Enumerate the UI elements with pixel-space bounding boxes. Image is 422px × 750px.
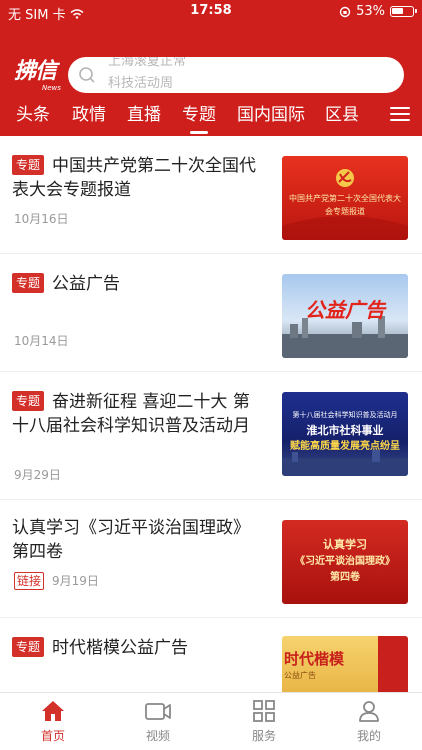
news-item[interactable]: 专题 奋进新征程 喜迎二十大 第十八届社会科学知识普及活动月 9月29日 第十八届… xyxy=(0,372,422,500)
news-date: 9月29日 xyxy=(14,468,61,482)
news-item[interactable]: 认真学习《习近平谈治国理政》第四卷 链接 9月19日 认真学习 《习近平谈治国理政… xyxy=(0,500,422,618)
grid-icon xyxy=(253,700,275,722)
tab-profile-label: 我的 xyxy=(356,729,381,743)
news-title-text: 时代楷模公益广告 xyxy=(52,638,189,658)
news-thumbnail: 认真学习 《习近平谈治国理政》 第四卷 xyxy=(282,520,408,604)
battery-percent: 53% xyxy=(356,4,385,19)
battery-icon xyxy=(390,6,417,17)
tab-video-label: 视频 xyxy=(145,729,170,743)
news-thumbnail: 公益广告 xyxy=(282,274,408,358)
status-bar: 无 SIM 卡 17:58 53% xyxy=(0,0,422,24)
topic-badge: 专题 xyxy=(12,637,45,657)
search-hint: 科技活动周 xyxy=(108,76,174,91)
thumbnail-caption-sub: 第四卷 xyxy=(330,572,360,583)
thumbnail-caption-top: 认真学习 xyxy=(323,538,367,551)
video-icon xyxy=(145,703,171,720)
bottom-tab-bar: 首页 视频 服务 我的 xyxy=(0,692,422,750)
thumbnail-caption-sub: 公益广告 xyxy=(284,671,316,680)
news-date: 10月16日 xyxy=(14,212,69,226)
tab-services[interactable]: 服务 xyxy=(234,699,294,744)
thumbnail-caption-main: 《习近平谈治国理政》 xyxy=(295,556,395,567)
home-icon xyxy=(42,701,64,721)
tab-live[interactable]: 直播 xyxy=(127,102,161,128)
news-title: 认真学习《习近平谈治国理政》第四卷 xyxy=(12,516,266,564)
tab-home[interactable]: 首页 xyxy=(23,699,83,744)
tab-politics[interactable]: 政情 xyxy=(72,102,106,128)
news-title-text: 公益广告 xyxy=(52,274,121,294)
channel-menu-icon[interactable] xyxy=(390,106,410,122)
tab-districts[interactable]: 区县 xyxy=(325,102,359,128)
thumbnail-caption-main: 时代楷模 xyxy=(284,650,345,668)
app-logo: 拂信 News xyxy=(14,58,62,96)
topic-badge: 专题 xyxy=(12,155,45,175)
news-list: 专题 中国共产党第二十次全国代表大会专题报道 10月16日 中国共产党第二十次全国… xyxy=(0,136,422,692)
thumbnail-caption: 中国共产党第二十次全国代表大会专题报道 xyxy=(289,194,401,216)
news-title: 专题 奋进新征程 喜迎二十大 第十八届社会科学知识普及活动月 xyxy=(12,390,266,438)
search-icon xyxy=(79,67,95,83)
user-icon xyxy=(359,701,379,722)
logo-text: 拂信 xyxy=(14,58,57,84)
topic-badge: 专题 xyxy=(12,391,45,411)
search-bar[interactable]: 上海滚夏正常 科技活动周 xyxy=(68,57,404,93)
tab-video[interactable]: 视频 xyxy=(128,699,188,744)
news-date: 10月14日 xyxy=(14,334,69,348)
news-meta: 链接 9月19日 xyxy=(14,572,99,590)
news-title-text: 认真学习《习近平谈治国理政》第四卷 xyxy=(12,518,250,562)
tab-topics[interactable]: 专题 xyxy=(182,102,216,134)
link-tag: 链接 xyxy=(14,572,45,590)
tab-headlines[interactable]: 头条 xyxy=(16,102,50,128)
skyline-graphic xyxy=(282,450,408,476)
search-hint-ticker: 上海滚夏正常 科技活动周 xyxy=(108,57,186,93)
search-hint: 上海滚夏正常 xyxy=(108,57,187,69)
logo-subtext: News xyxy=(42,84,61,92)
news-title: 专题 中国共产党第二十次全国代表大会专题报道 xyxy=(12,154,266,202)
news-thumbnail: 第十八届社会科学知识普及活动月 淮北市社科事业 赋能高质量发展亮点纷呈 xyxy=(282,392,408,476)
orientation-lock-icon xyxy=(339,6,351,17)
topic-badge: 专题 xyxy=(12,273,45,293)
channel-nav: 头条 政情 直播 专题 国内国际 区县 xyxy=(0,98,422,136)
news-item[interactable]: 专题 中国共产党第二十次全国代表大会专题报道 10月16日 中国共产党第二十次全国… xyxy=(0,136,422,254)
news-title: 专题 公益广告 xyxy=(12,272,266,296)
thumbnail-caption: 公益广告 xyxy=(305,298,385,322)
news-date: 9月19日 xyxy=(52,574,99,588)
app-header: 无 SIM 卡 17:58 53% 拂信 News 上海滚夏正常 科技活动周 头… xyxy=(0,0,422,136)
tab-domestic-international[interactable]: 国内国际 xyxy=(237,102,305,128)
news-thumbnail: 时代楷模 公益广告 xyxy=(282,636,408,692)
news-item[interactable]: 专题 公益广告 10月14日 公益广告 xyxy=(0,254,422,372)
news-title: 专题 时代楷模公益广告 xyxy=(12,636,266,660)
news-title-text: 奋进新征程 喜迎二十大 第十八届社会科学知识普及活动月 xyxy=(12,392,250,436)
news-item[interactable]: 专题 时代楷模公益广告 时代楷模 公益广告 xyxy=(0,618,422,692)
news-thumbnail: 中国共产党第二十次全国代表大会专题报道 xyxy=(282,156,408,240)
tab-home-label: 首页 xyxy=(40,729,65,743)
tab-profile[interactable]: 我的 xyxy=(339,699,399,744)
tab-services-label: 服务 xyxy=(251,729,276,743)
news-title-text: 中国共产党第二十次全国代表大会专题报道 xyxy=(12,156,257,200)
thumbnail-decoration xyxy=(378,636,408,692)
